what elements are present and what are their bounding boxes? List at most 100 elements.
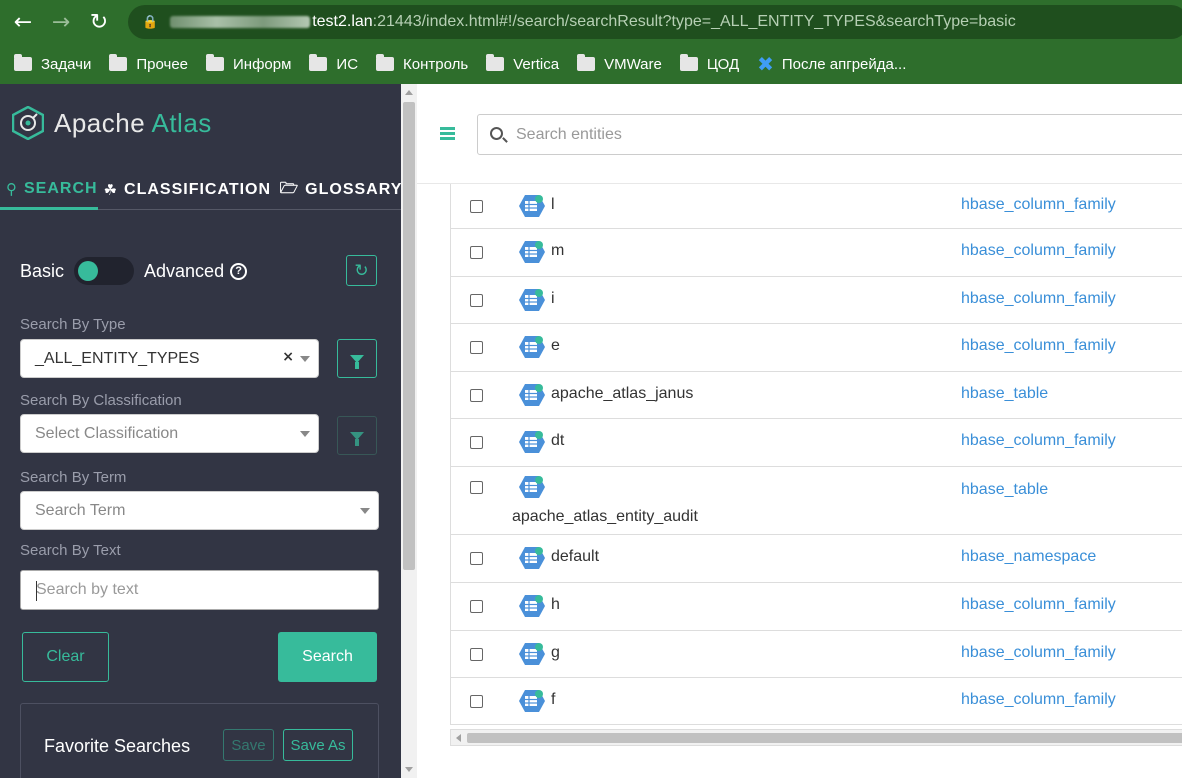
favorite-searches-title: Favorite Searches — [44, 736, 191, 756]
clear-selection-icon[interactable]: × — [282, 349, 294, 365]
scroll-left-arrow-icon[interactable] — [456, 734, 461, 742]
classification-filter-button[interactable] — [337, 416, 377, 455]
entity-name[interactable]: apache_atlas_entity_audit — [512, 508, 698, 526]
type-label: Search By Type — [20, 316, 126, 333]
address-bar[interactable]: 🔒 test2.lan:21443/index.html#!/search/se… — [128, 5, 1182, 39]
bookmark-folder[interactable]: Контроль — [376, 54, 468, 73]
type-select[interactable]: _ALL_ENTITY_TYPES × — [20, 339, 319, 378]
entity-type-link[interactable]: hbase_column_family — [961, 432, 1116, 450]
scroll-down-arrow-icon[interactable] — [405, 767, 413, 772]
entity-type-icon — [518, 689, 546, 713]
folder-icon — [309, 54, 328, 71]
entity-type-icon — [518, 546, 546, 570]
clear-button[interactable]: Clear — [22, 632, 109, 682]
entity-name[interactable]: l — [551, 196, 555, 214]
row-checkbox[interactable] — [470, 341, 483, 354]
bookmark-link[interactable]: ✖ После апгрейда... — [757, 52, 906, 76]
type-filter-button[interactable] — [337, 339, 377, 378]
bookmark-folder[interactable]: ИС — [309, 54, 358, 73]
row-checkbox[interactable] — [470, 246, 483, 259]
tab-classification[interactable]: ☘ CLASSIFICATION — [98, 170, 270, 210]
row-checkbox[interactable] — [470, 436, 483, 449]
row-checkbox[interactable] — [470, 199, 483, 213]
back-arrow-icon[interactable]: ← — [4, 0, 42, 44]
search-button[interactable]: Search — [278, 632, 377, 682]
bookmark-folder[interactable]: Информ — [206, 54, 291, 73]
entity-type-link[interactable]: hbase_column_family — [961, 242, 1116, 260]
sidebar: Apache Atlas ⚲ SEARCH ☘ CLASSIFICATION 🗁 GL… — [0, 84, 401, 778]
bookmark-folder[interactable]: Vertica — [486, 54, 560, 73]
row-checkbox[interactable] — [470, 481, 483, 494]
row-checkbox[interactable] — [470, 388, 483, 402]
entity-type-link[interactable]: hbase_column_family — [961, 196, 1116, 214]
global-search-input[interactable]: Search entities — [477, 114, 1182, 155]
sidebar-scrollbar[interactable] — [401, 84, 417, 778]
entity-name[interactable]: m — [551, 242, 564, 260]
entity-name[interactable]: default — [551, 548, 599, 566]
entity-name[interactable]: f — [551, 691, 555, 709]
text-cursor — [36, 581, 37, 601]
entity-type-link[interactable]: hbase_table — [961, 481, 1048, 499]
entity-type-link[interactable]: hbase_namespace — [961, 548, 1096, 566]
row-checkbox[interactable] — [470, 293, 483, 307]
row-checkbox[interactable] — [470, 647, 483, 661]
entity-type-link[interactable]: hbase_column_family — [961, 337, 1116, 355]
classification-select[interactable]: Select Classification — [20, 414, 319, 453]
tab-search[interactable]: ⚲ SEARCH — [0, 170, 98, 210]
logo-atlas: Atlas — [151, 107, 212, 138]
bookmark-folder[interactable]: Задачи — [14, 54, 91, 73]
bookmark-folder[interactable]: ЦОД — [679, 54, 739, 73]
reload-icon[interactable]: ↻ — [80, 0, 118, 44]
tab-glossary[interactable]: 🗁 GLOSSARY — [270, 170, 401, 210]
refresh-button[interactable]: ↻ — [346, 255, 377, 286]
help-icon[interactable]: ? — [230, 262, 248, 280]
classification-label: Search By Classification — [20, 392, 182, 409]
app-logo[interactable]: Apache Atlas — [12, 106, 212, 140]
search-text-placeholder: Search by text — [36, 581, 139, 598]
main-content: Search entities l hbase_column_family m hba… — [417, 84, 1182, 778]
favorite-searches-panel: Favorite Searches Save Save As — [20, 703, 379, 778]
folder-icon — [14, 54, 32, 71]
chevron-down-icon — [300, 356, 310, 362]
term-select[interactable]: Search Term — [20, 491, 379, 530]
scroll-up-arrow-icon[interactable] — [405, 90, 413, 95]
entity-type-icon — [518, 194, 546, 218]
save-button[interactable]: Save — [223, 729, 274, 761]
horizontal-scrollbar[interactable] — [450, 729, 1182, 746]
entity-type-link[interactable]: hbase_table — [961, 385, 1048, 403]
redacted-host-prefix — [170, 16, 311, 28]
entity-name[interactable]: i — [551, 290, 555, 308]
forward-arrow-icon[interactable]: → — [42, 0, 80, 44]
row-checkbox[interactable] — [470, 552, 483, 565]
global-search-placeholder: Search entities — [516, 125, 622, 143]
type-select-value: _ALL_ENTITY_TYPES — [35, 349, 200, 367]
entity-type-icon — [518, 475, 546, 499]
entity-type-link[interactable]: hbase_column_family — [961, 596, 1116, 614]
scrollbar-thumb[interactable] — [403, 102, 415, 570]
atlas-logo-icon — [12, 106, 44, 140]
search-text-input[interactable]: Search by text — [20, 570, 379, 610]
entity-name[interactable]: g — [551, 644, 560, 662]
bookmark-label: Vertica — [513, 55, 560, 73]
scrollbar-thumb[interactable] — [467, 733, 1182, 743]
bookmarks-bar: Задачи Прочее Информ ИС Контроль Vertica… — [0, 44, 1182, 84]
results-table: l hbase_column_family m hbase_column_family… — [450, 184, 1182, 725]
hamburger-menu-icon[interactable] — [440, 127, 455, 142]
filter-icon — [350, 431, 364, 446]
bookmark-folder[interactable]: Прочее — [109, 54, 188, 73]
save-as-button[interactable]: Save As — [283, 729, 353, 761]
table-row: f hbase_column_family — [451, 678, 1182, 725]
bookmark-folder[interactable]: VMWare — [577, 54, 662, 73]
entity-name[interactable]: h — [551, 596, 560, 614]
entity-type-link[interactable]: hbase_column_family — [961, 290, 1116, 308]
chevron-down-icon — [360, 508, 370, 514]
row-checkbox[interactable] — [470, 600, 483, 613]
entity-name[interactable]: apache_atlas_janus — [551, 385, 693, 403]
entity-name[interactable]: e — [551, 337, 560, 355]
entity-type-link[interactable]: hbase_column_family — [961, 644, 1116, 662]
basic-advanced-switch[interactable] — [74, 257, 135, 285]
row-checkbox[interactable] — [470, 694, 483, 708]
entity-name[interactable]: dt — [551, 432, 564, 450]
entity-type-link[interactable]: hbase_column_family — [961, 691, 1116, 709]
folder-icon — [486, 54, 505, 71]
